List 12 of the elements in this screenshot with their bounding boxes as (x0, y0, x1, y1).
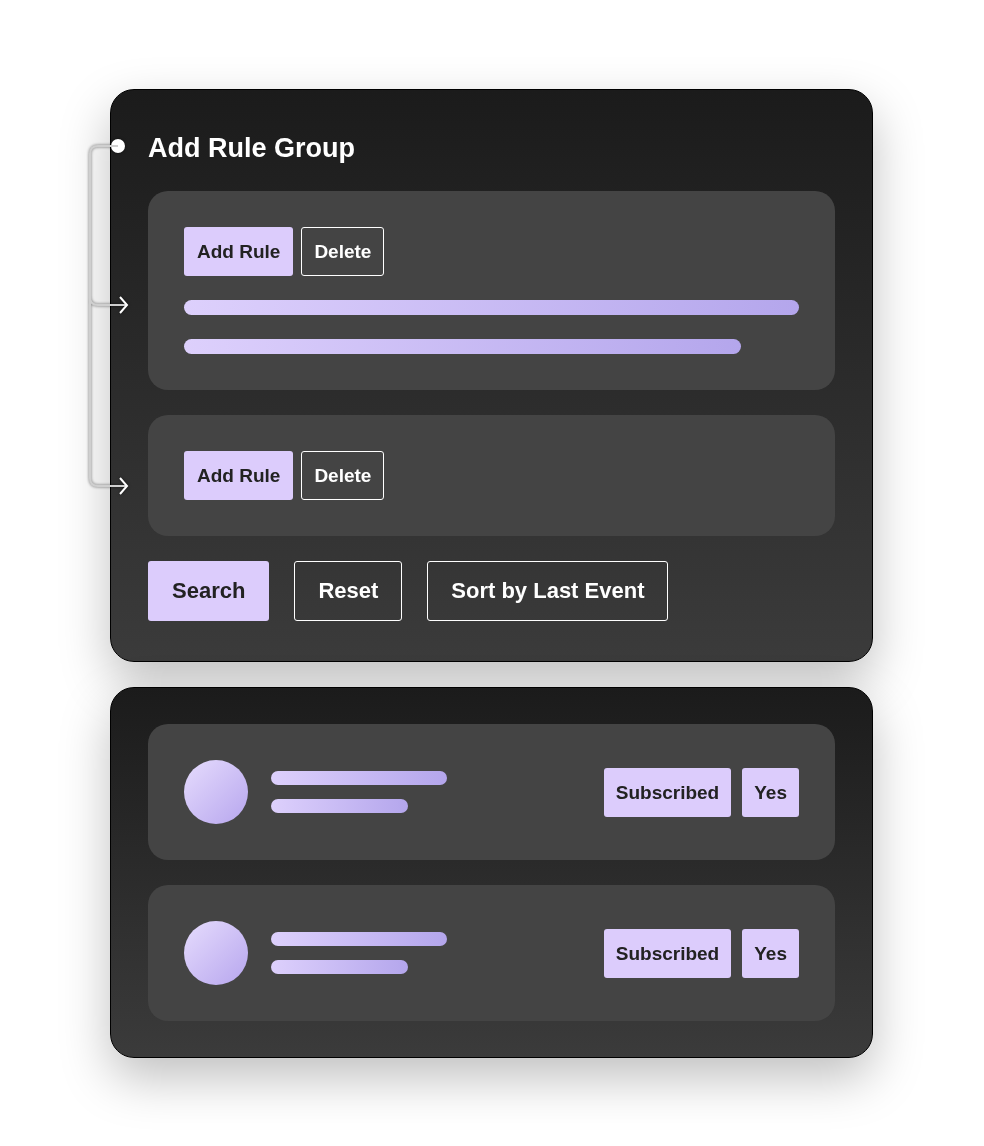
status-tag: Yes (742, 928, 799, 978)
action-button[interactable]: Reset (294, 561, 403, 622)
rule-button[interactable]: Add Rule (184, 451, 294, 501)
rule-button[interactable]: Delete (301, 451, 385, 501)
status-tag: Subscribed (603, 928, 732, 978)
panel-title: Add Rule Group (148, 132, 356, 165)
rule-button[interactable]: Delete (301, 227, 385, 277)
action-button[interactable]: Search (148, 561, 270, 622)
status-tag: Yes (742, 767, 799, 817)
action-button[interactable]: Sort by Last Event (427, 561, 669, 622)
status-tag: Subscribed (603, 767, 732, 817)
rule-button[interactable]: Add Rule (184, 227, 294, 277)
